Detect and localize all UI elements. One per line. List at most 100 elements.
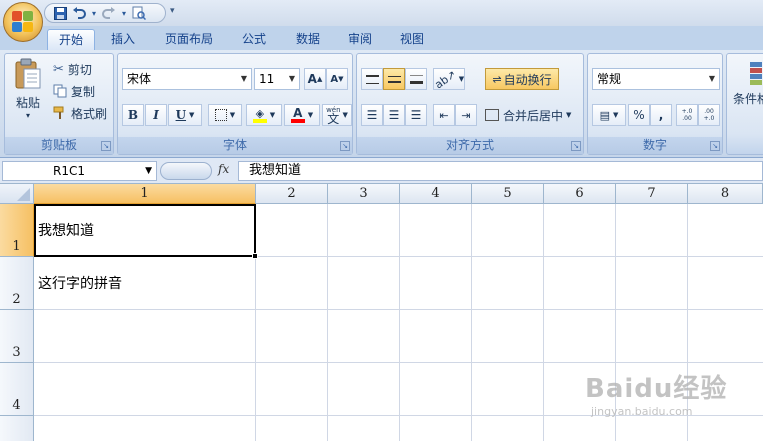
scissors-icon: ✂ (53, 61, 64, 77)
fill-bucket-icon: ◈ (252, 108, 267, 123)
fill-color-button[interactable]: ◈ ▼ (246, 104, 282, 126)
gridline (543, 204, 544, 441)
alignment-launcher-icon[interactable]: ↘ (571, 141, 581, 151)
insert-function-icon[interactable]: fx (218, 162, 229, 176)
formula-bar-resize-handle[interactable] (160, 162, 212, 180)
increase-indent-button[interactable]: ⇥ (455, 104, 477, 126)
name-box-value: R1C1 (53, 164, 85, 178)
row-header-2[interactable]: 2 (0, 257, 34, 310)
tab-page-layout[interactable]: 页面布局 (155, 29, 223, 50)
merge-center-icon (485, 109, 499, 121)
font-name-select[interactable]: 宋体 ▼ (122, 68, 252, 90)
align-top-button[interactable] (361, 68, 383, 90)
tab-view[interactable]: 视图 (390, 29, 434, 50)
conditional-formatting-button[interactable]: 条件格 (731, 60, 763, 122)
undo-icon[interactable] (72, 6, 86, 20)
customize-qat-icon[interactable]: ▾ (170, 6, 175, 16)
clipboard-launcher-icon[interactable]: ↘ (101, 141, 111, 151)
font-size-select[interactable]: 11 ▼ (254, 68, 300, 90)
column-header-4[interactable]: 4 (400, 184, 472, 204)
percent-button[interactable]: % (628, 104, 650, 126)
row-header-1[interactable]: 1 (0, 204, 34, 257)
font-launcher-icon[interactable]: ↘ (340, 141, 350, 151)
clipboard-group: 粘贴 ▾ ✂ 剪切 复制 格式刷 剪贴板 ↘ (4, 53, 114, 155)
row-header-4-label: 4 (12, 398, 21, 413)
comma-button[interactable]: , (650, 104, 672, 126)
decrease-indent-button[interactable]: ⇤ (433, 104, 455, 126)
wrap-text-button[interactable]: ⇌ 自动换行 (485, 68, 559, 90)
underline-button[interactable]: U ▼ (168, 104, 202, 126)
number-format-select[interactable]: 常规 ▼ (592, 68, 720, 90)
chevron-down-icon: ▼ (708, 74, 715, 83)
align-right-button[interactable]: ☰ (405, 104, 427, 126)
align-center-icon: ☰ (388, 108, 400, 122)
paste-icon (15, 58, 41, 89)
tab-review[interactable]: 审阅 (338, 29, 382, 50)
tab-home[interactable]: 开始 (47, 29, 95, 50)
format-painter-label: 格式刷 (71, 106, 108, 121)
chevron-down-icon: ▼ (240, 74, 247, 83)
format-painter-button[interactable]: 格式刷 (53, 104, 107, 122)
row-header-5[interactable] (0, 416, 34, 441)
cell-r2c1[interactable]: 这行字的拼音 (38, 273, 122, 293)
grow-font-button[interactable]: A ▲ (304, 68, 326, 90)
number-launcher-icon[interactable]: ↘ (710, 141, 720, 151)
quick-access-toolbar: ▾ ▾ (44, 3, 166, 23)
accounting-format-button[interactable]: ▤ ▼ (592, 104, 626, 126)
column-header-7[interactable]: 7 (616, 184, 688, 204)
align-left-button[interactable]: ☰ (361, 104, 383, 126)
column-header-6[interactable]: 6 (544, 184, 616, 204)
italic-button[interactable]: I (145, 104, 167, 126)
row-header-4[interactable]: 4 (0, 363, 34, 416)
baidu-watermark: Baidu经验 jingyan.baidu.com (585, 368, 763, 428)
office-button[interactable] (3, 2, 43, 42)
phonetic-char: 文 (327, 112, 340, 126)
merge-center-button[interactable]: 合并后居中 ▼ (485, 104, 571, 126)
align-middle-button[interactable] (383, 68, 405, 90)
column-header-1[interactable]: 1 (34, 184, 256, 204)
redo-dropdown-icon[interactable]: ▾ (121, 6, 127, 20)
name-box[interactable]: R1C1 ▼ (2, 161, 157, 181)
borders-button[interactable]: ▼ (208, 104, 242, 126)
font-color-glyph: A (293, 106, 303, 120)
tab-data[interactable]: 数据 (286, 29, 330, 50)
chevron-down-icon: ▼ (613, 111, 619, 119)
font-color-button[interactable]: A ▼ (284, 104, 320, 126)
undo-dropdown-icon[interactable]: ▾ (91, 6, 97, 20)
align-center-button[interactable]: ☰ (383, 104, 405, 126)
watermark-main: Baidu经验 (585, 374, 728, 404)
chevron-down-icon: ▼ (307, 111, 314, 119)
tab-insert[interactable]: 插入 (101, 29, 145, 50)
border-icon (214, 109, 227, 121)
redo-icon[interactable] (102, 6, 116, 20)
save-icon[interactable] (53, 6, 67, 20)
column-header-2[interactable]: 2 (256, 184, 328, 204)
formula-input[interactable]: 我想知道 (238, 161, 763, 181)
print-preview-icon[interactable] (132, 6, 146, 20)
copy-button[interactable]: 复制 (53, 82, 95, 100)
number-group: 常规 ▼ ▤ ▼ % , +.0 .00 .00 +.0 数字 ↘ (587, 53, 723, 155)
increase-decimal-button[interactable]: +.0 .00 (676, 104, 698, 126)
column-header-8[interactable]: 8 (688, 184, 763, 204)
column-header-5[interactable]: 5 (472, 184, 544, 204)
decrease-decimal-button[interactable]: .00 +.0 (698, 104, 720, 126)
number-group-label: 数字 (588, 137, 722, 154)
fill-handle[interactable] (252, 253, 258, 259)
orientation-button[interactable]: ab↗ ▼ (432, 67, 465, 91)
chevron-down-icon: ▼ (566, 111, 572, 119)
shrink-font-label: A (330, 73, 339, 85)
bold-button[interactable]: B (122, 104, 144, 126)
phonetic-icon: wén 文 (326, 106, 340, 126)
row-header-2-label: 2 (12, 292, 21, 307)
cut-button[interactable]: ✂ 剪切 (53, 60, 92, 78)
row-header-3[interactable]: 3 (0, 310, 34, 363)
wrap-text-icon: ⇌ (492, 72, 502, 86)
shrink-font-button[interactable]: A ▼ (326, 68, 348, 90)
paste-button[interactable]: 粘贴 ▾ (11, 58, 45, 124)
align-bottom-button[interactable] (405, 68, 427, 90)
column-header-3[interactable]: 3 (328, 184, 400, 204)
select-all-button[interactable] (0, 184, 34, 204)
tab-formulas[interactable]: 公式 (232, 29, 276, 50)
phonetic-guide-button[interactable]: wén 文 ▼ (322, 104, 352, 126)
clipboard-group-label: 剪贴板 (5, 137, 113, 154)
